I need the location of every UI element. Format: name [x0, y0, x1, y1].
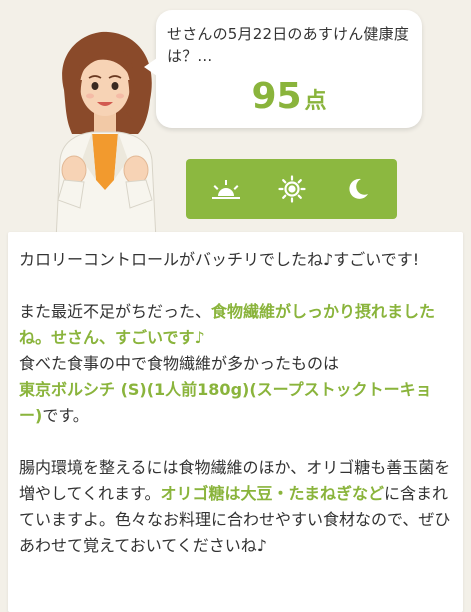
- fiber-comment: また最近不足がちだった、食物繊維がしっかり摂れましたね。せさん、すごいです♪ 食べ…: [19, 299, 453, 429]
- dinner-button[interactable]: [338, 169, 378, 209]
- score-value: 95: [251, 76, 302, 117]
- bubble-tail: [144, 58, 157, 76]
- breakfast-button[interactable]: [206, 169, 246, 209]
- meal-selector-bar: [186, 159, 397, 219]
- advice-card: カロリーコントロールがバッチリでしたね♪すごいです! また最近不足がちだった、食…: [8, 232, 463, 612]
- fiber-food-intro: 食べた食事の中で食物繊維が多かったものは: [19, 354, 340, 373]
- oligo-comment: 腸内環境を整えるには食物繊維のほか、オリゴ糖も善玉菌を増やしてくれます。オリゴ糖…: [19, 455, 453, 559]
- score-speech-bubble: せさんの5月22日のあすけん健康度は？... 95 点: [144, 10, 422, 128]
- fiber-food-suffix: です。: [42, 406, 89, 425]
- sun-icon: [277, 175, 306, 203]
- fiber-intro: また最近不足がちだった、: [19, 302, 212, 321]
- calorie-comment: カロリーコントロールがバッチリでしたね♪すごいです!: [19, 250, 420, 269]
- health-score: 95 点: [156, 76, 422, 117]
- advice-text: カロリーコントロールがバッチリでしたね♪すごいです! また最近不足がちだった、食…: [8, 232, 463, 559]
- score-unit: 点: [304, 89, 327, 114]
- score-question: せさんの5月22日のあすけん健康度は？...: [167, 25, 410, 65]
- oligo-highlight: オリゴ糖は大豆・たまねぎなど: [160, 484, 384, 503]
- moon-icon: [348, 178, 368, 199]
- sunrise-icon: [211, 180, 240, 199]
- lunch-button[interactable]: [272, 169, 312, 209]
